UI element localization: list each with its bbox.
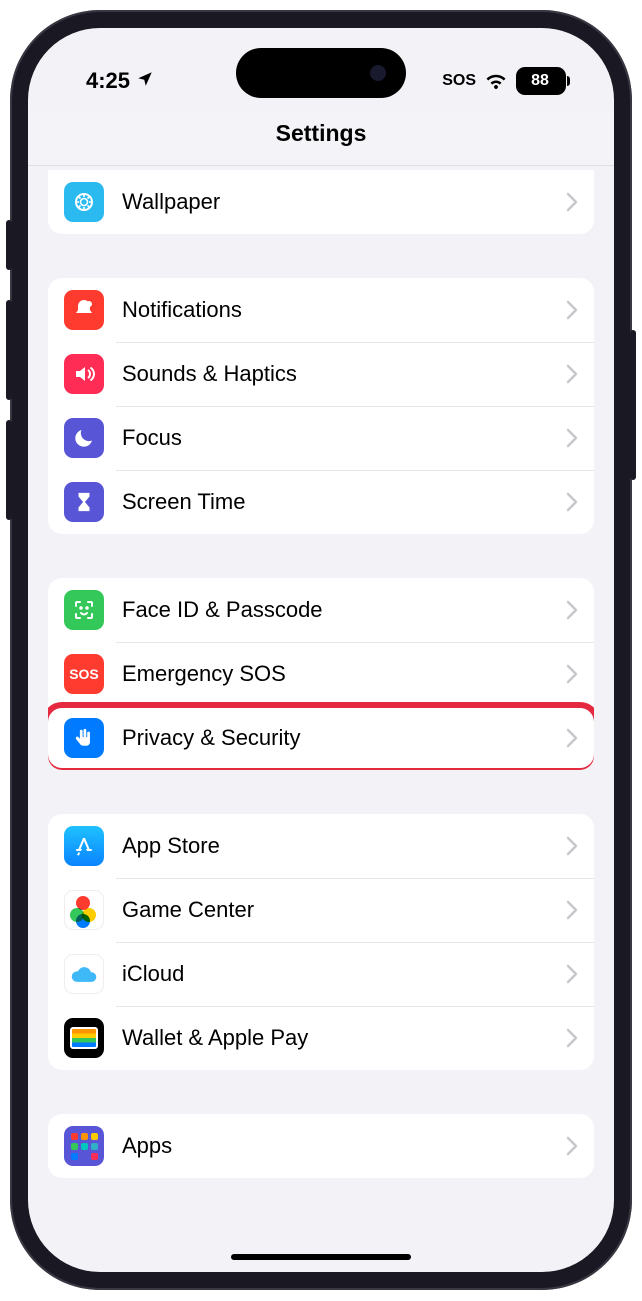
row-label: Wallpaper [122,189,566,215]
chevron-right-icon [566,1028,578,1048]
row-label: Game Center [122,897,566,923]
row-notifications[interactable]: Notifications [48,278,594,342]
side-button [6,220,12,270]
row-wallpaper[interactable]: Wallpaper [48,170,594,234]
hand-icon [64,718,104,758]
chevron-right-icon [566,964,578,984]
chevron-right-icon [566,300,578,320]
row-game-center[interactable]: Game Center [48,878,594,942]
phone-frame: 4:25 SOS 88 Settings [10,10,632,1290]
settings-group: Face ID & Passcode SOS Emergency SOS Pri… [48,578,594,770]
speaker-icon [64,354,104,394]
row-wallet-apple-pay[interactable]: Wallet & Apple Pay [48,1006,594,1070]
chevron-right-icon [566,364,578,384]
screen: 4:25 SOS 88 Settings [28,28,614,1272]
status-time: 4:25 [86,68,130,94]
moon-icon [64,418,104,458]
chevron-right-icon [566,728,578,748]
sos-icon: SOS [64,654,104,694]
status-right: SOS 88 [442,67,566,95]
row-icloud[interactable]: iCloud [48,942,594,1006]
row-label: Apps [122,1133,566,1159]
status-left: 4:25 [86,68,154,94]
wallet-icon [64,1018,104,1058]
chevron-right-icon [566,900,578,920]
row-label: Sounds & Haptics [122,361,566,387]
row-label: Notifications [122,297,566,323]
volume-down-button [6,420,12,520]
row-label: Privacy & Security [122,725,566,751]
row-sounds-haptics[interactable]: Sounds & Haptics [48,342,594,406]
chevron-right-icon [566,192,578,212]
bell-icon [64,290,104,330]
settings-content[interactable]: Wallpaper Notifications Sounds [28,170,614,1218]
row-label: Screen Time [122,489,566,515]
row-focus[interactable]: Focus [48,406,594,470]
row-label: Face ID & Passcode [122,597,566,623]
chevron-right-icon [566,836,578,856]
chevron-right-icon [566,492,578,512]
apps-icon [64,1126,104,1166]
settings-group: App Store Game Center iCloud [48,814,594,1070]
dynamic-island [236,48,406,98]
hourglass-icon [64,482,104,522]
wifi-icon [484,71,508,91]
wallpaper-icon [64,182,104,222]
battery-percent: 88 [531,72,549,90]
row-label: Emergency SOS [122,661,566,687]
row-emergency-sos[interactable]: SOS Emergency SOS [48,642,594,706]
face-id-icon [64,590,104,630]
row-apps[interactable]: Apps [48,1114,594,1178]
row-label: iCloud [122,961,566,987]
row-face-id-passcode[interactable]: Face ID & Passcode [48,578,594,642]
home-indicator[interactable] [231,1254,411,1260]
row-privacy-security[interactable]: Privacy & Security [48,706,594,770]
battery-indicator: 88 [516,67,566,95]
settings-group: Apps [48,1114,594,1178]
page-title: Settings [28,120,614,147]
row-label: Focus [122,425,566,451]
row-label: Wallet & Apple Pay [122,1025,566,1051]
settings-group: Notifications Sounds & Haptics Focus [48,278,594,534]
icloud-icon [64,954,104,994]
settings-group: Wallpaper [48,170,594,234]
row-label: App Store [122,833,566,859]
location-arrow-icon [136,68,154,94]
chevron-right-icon [566,664,578,684]
appstore-icon [64,826,104,866]
header: Settings [28,110,614,166]
row-app-store[interactable]: App Store [48,814,594,878]
row-screen-time[interactable]: Screen Time [48,470,594,534]
sos-text: SOS [69,666,99,682]
chevron-right-icon [566,1136,578,1156]
chevron-right-icon [566,600,578,620]
volume-up-button [6,300,12,400]
power-button [630,330,636,480]
gamecenter-icon [64,890,104,930]
sos-indicator: SOS [442,72,476,90]
chevron-right-icon [566,428,578,448]
